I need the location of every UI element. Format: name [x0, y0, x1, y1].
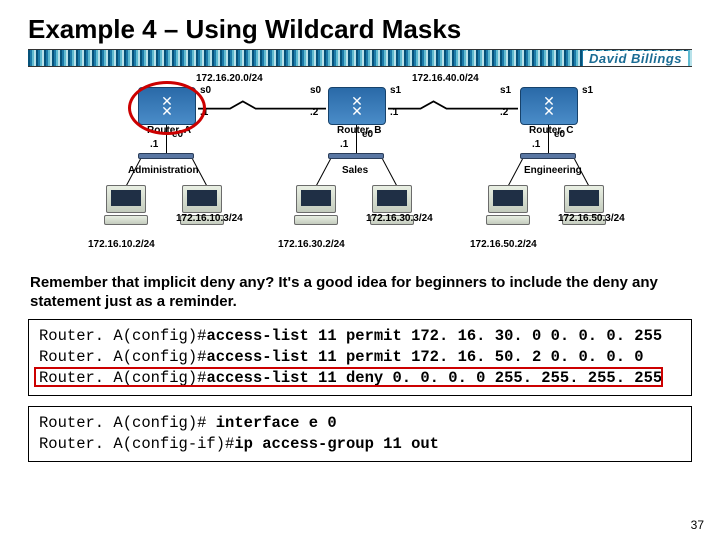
cli-prompt: Router. A(config)# — [39, 414, 216, 432]
router-c-label: Router. C — [528, 125, 574, 136]
page-number: 37 — [691, 518, 704, 532]
network-diagram: 172.16.20.0/24 172.16.40.0/24 ✕✕ Router.… — [80, 73, 640, 261]
serial-link-ab — [198, 99, 326, 111]
subnet-label: 172.16.40.0/24 — [412, 73, 479, 84]
link — [507, 159, 523, 188]
code-line: Router. A(config)# interface e 0 — [39, 413, 681, 434]
host-pc — [178, 185, 226, 231]
segment-label: Sales — [342, 165, 368, 176]
highlight-circle — [128, 81, 206, 135]
if-label: e0 — [554, 129, 565, 140]
acl-config-box: Router. A(config)#access-list 11 permit … — [28, 319, 692, 396]
if-ip: .2 — [310, 107, 318, 118]
hub — [328, 153, 384, 159]
if-label: s0 — [310, 85, 321, 96]
if-ip: .2 — [500, 107, 508, 118]
host-ip: 172.16.30.3/24 — [366, 213, 433, 224]
segment-label: Engineering — [524, 165, 582, 176]
if-label: s0 — [200, 85, 211, 96]
host-ip: 172.16.50.3/24 — [558, 213, 625, 224]
serial-link-bc — [388, 99, 518, 111]
host-ip: 172.16.50.2/24 — [470, 239, 537, 250]
host-ip: 172.16.10.2/24 — [88, 239, 155, 250]
if-ip: .1 — [150, 139, 158, 150]
code-line: Router. A(config)#access-list 11 permit … — [39, 326, 681, 347]
hub — [138, 153, 194, 159]
cli-command: ip access-group 11 out — [234, 435, 439, 453]
host-ip: 172.16.30.2/24 — [278, 239, 345, 250]
interface-config-box: Router. A(config)# interface e 0 Router.… — [28, 406, 692, 462]
link — [315, 159, 331, 188]
link — [548, 125, 549, 153]
if-label: e0 — [362, 129, 373, 140]
router-b: ✕✕ — [328, 87, 386, 125]
if-ip: .1 — [390, 107, 398, 118]
page-title: Example 4 – Using Wildcard Masks — [28, 14, 692, 45]
slide: Example 4 – Using Wildcard Masks David B… — [0, 0, 720, 540]
host-pc — [102, 185, 150, 231]
hub — [520, 153, 576, 159]
cli-prompt: Router. A(config-if)# — [39, 435, 234, 453]
cli-command: access-list 11 permit 172. 16. 50. 2 0. … — [206, 348, 643, 366]
if-ip: .1 — [340, 139, 348, 150]
if-label: s1 — [500, 85, 511, 96]
cli-prompt: Router. A(config)# — [39, 327, 206, 345]
code-line: Router. A(config-if)#ip access-group 11 … — [39, 434, 681, 455]
host-ip: 172.16.10.3/24 — [176, 213, 243, 224]
segment-label: Administration — [128, 165, 199, 176]
router-b-label: Router. B — [336, 125, 382, 136]
subnet-label: 172.16.20.0/24 — [196, 73, 263, 84]
host-pc — [560, 185, 608, 231]
host-pc — [368, 185, 416, 231]
code-line: Router. A(config)#access-list 11 permit … — [39, 347, 681, 368]
host-pc — [484, 185, 532, 231]
cli-command: access-list 11 permit 172. 16. 30. 0 0. … — [206, 327, 662, 345]
if-ip: .1 — [532, 139, 540, 150]
author-name: David Billings — [583, 51, 688, 66]
highlight-box — [34, 367, 663, 387]
link — [382, 159, 398, 188]
link — [356, 125, 357, 153]
if-label: s1 — [390, 85, 401, 96]
cli-command: interface e 0 — [216, 414, 337, 432]
cli-prompt: Router. A(config)# — [39, 348, 206, 366]
router-c: ✕✕ — [520, 87, 578, 125]
remember-text: Remember that implicit deny any? It's a … — [30, 273, 690, 311]
if-label: s1 — [582, 85, 593, 96]
author-banner: David Billings — [28, 49, 692, 67]
host-pc — [292, 185, 340, 231]
